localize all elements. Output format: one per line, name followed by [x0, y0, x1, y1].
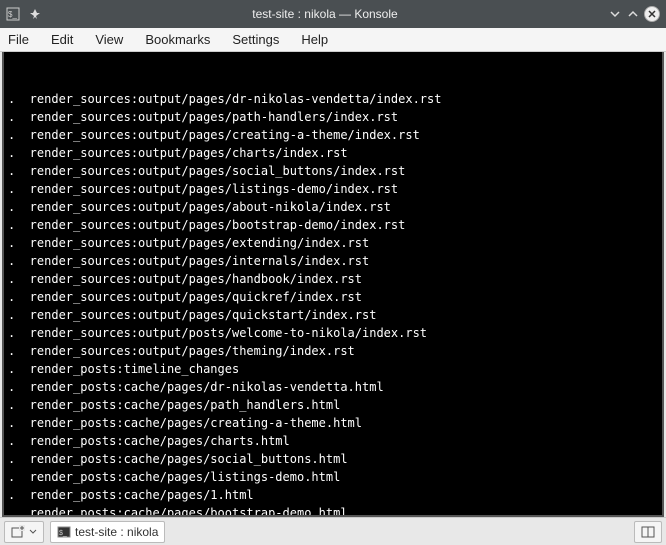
app-icon: $_ [6, 7, 20, 21]
pin-icon[interactable] [28, 7, 42, 21]
terminal-line: . render_sources:output/pages/listings-d… [8, 180, 658, 198]
terminal-line: . render_sources:output/pages/creating-a… [8, 126, 658, 144]
menu-file[interactable]: File [8, 32, 29, 47]
terminal-line: . render_posts:cache/pages/social_button… [8, 450, 658, 468]
svg-text:$_: $_ [8, 10, 17, 19]
terminal-line: . render_sources:output/pages/theming/in… [8, 342, 658, 360]
maximize-button[interactable] [626, 7, 640, 21]
terminal-line: . render_sources:output/pages/internals/… [8, 252, 658, 270]
terminal-line: . render_sources:output/pages/social_but… [8, 162, 658, 180]
titlebar: $_ test-site : nikola — Konsole [0, 0, 666, 28]
terminal-line: . render_posts:cache/pages/bootstrap-dem… [8, 504, 658, 517]
menu-settings[interactable]: Settings [232, 32, 279, 47]
new-tab-button[interactable] [4, 521, 44, 543]
terminal-line: . render_sources:output/pages/quickstart… [8, 306, 658, 324]
terminal-line: . render_sources:output/posts/welcome-to… [8, 324, 658, 342]
chevron-down-icon [29, 528, 37, 536]
svg-text:$_: $_ [59, 530, 67, 537]
terminal-line: . render_posts:cache/pages/dr-nikolas-ve… [8, 378, 658, 396]
terminal-output[interactable]: . render_sources:output/pages/dr-nikolas… [2, 52, 664, 517]
terminal-line: . render_sources:output/pages/about-niko… [8, 198, 658, 216]
terminal-line: . render_sources:output/pages/charts/ind… [8, 144, 658, 162]
menu-help[interactable]: Help [301, 32, 328, 47]
menu-edit[interactable]: Edit [51, 32, 73, 47]
terminal-line: . render_sources:output/pages/quickref/i… [8, 288, 658, 306]
terminal-line: . render_sources:output/pages/handbook/i… [8, 270, 658, 288]
terminal-line: . render_sources:output/pages/extending/… [8, 234, 658, 252]
terminal-line: . render_sources:output/pages/dr-nikolas… [8, 90, 658, 108]
terminal-line: . render_sources:output/pages/bootstrap-… [8, 216, 658, 234]
terminal-icon: $_ [57, 525, 71, 539]
terminal-line: . render_sources:output/pages/path-handl… [8, 108, 658, 126]
terminal-line: . render_posts:cache/pages/path_handlers… [8, 396, 658, 414]
terminal-line: . render_posts:cache/pages/listings-demo… [8, 468, 658, 486]
terminal-line: . render_posts:cache/pages/creating-a-th… [8, 414, 658, 432]
tab-label: test-site : nikola [75, 525, 158, 539]
terminal-line: . render_posts:timeline_changes [8, 360, 658, 378]
split-view-button[interactable] [634, 521, 662, 543]
window-title: test-site : nikola — Konsole [42, 7, 608, 21]
menu-view[interactable]: View [95, 32, 123, 47]
menubar: File Edit View Bookmarks Settings Help [0, 28, 666, 52]
close-button[interactable] [644, 6, 660, 22]
minimize-button[interactable] [608, 7, 622, 21]
statusbar: $_ test-site : nikola [0, 517, 666, 545]
tab-test-site[interactable]: $_ test-site : nikola [50, 521, 165, 543]
terminal-line: . render_posts:cache/pages/1.html [8, 486, 658, 504]
terminal-line: . render_posts:cache/pages/charts.html [8, 432, 658, 450]
menu-bookmarks[interactable]: Bookmarks [145, 32, 210, 47]
